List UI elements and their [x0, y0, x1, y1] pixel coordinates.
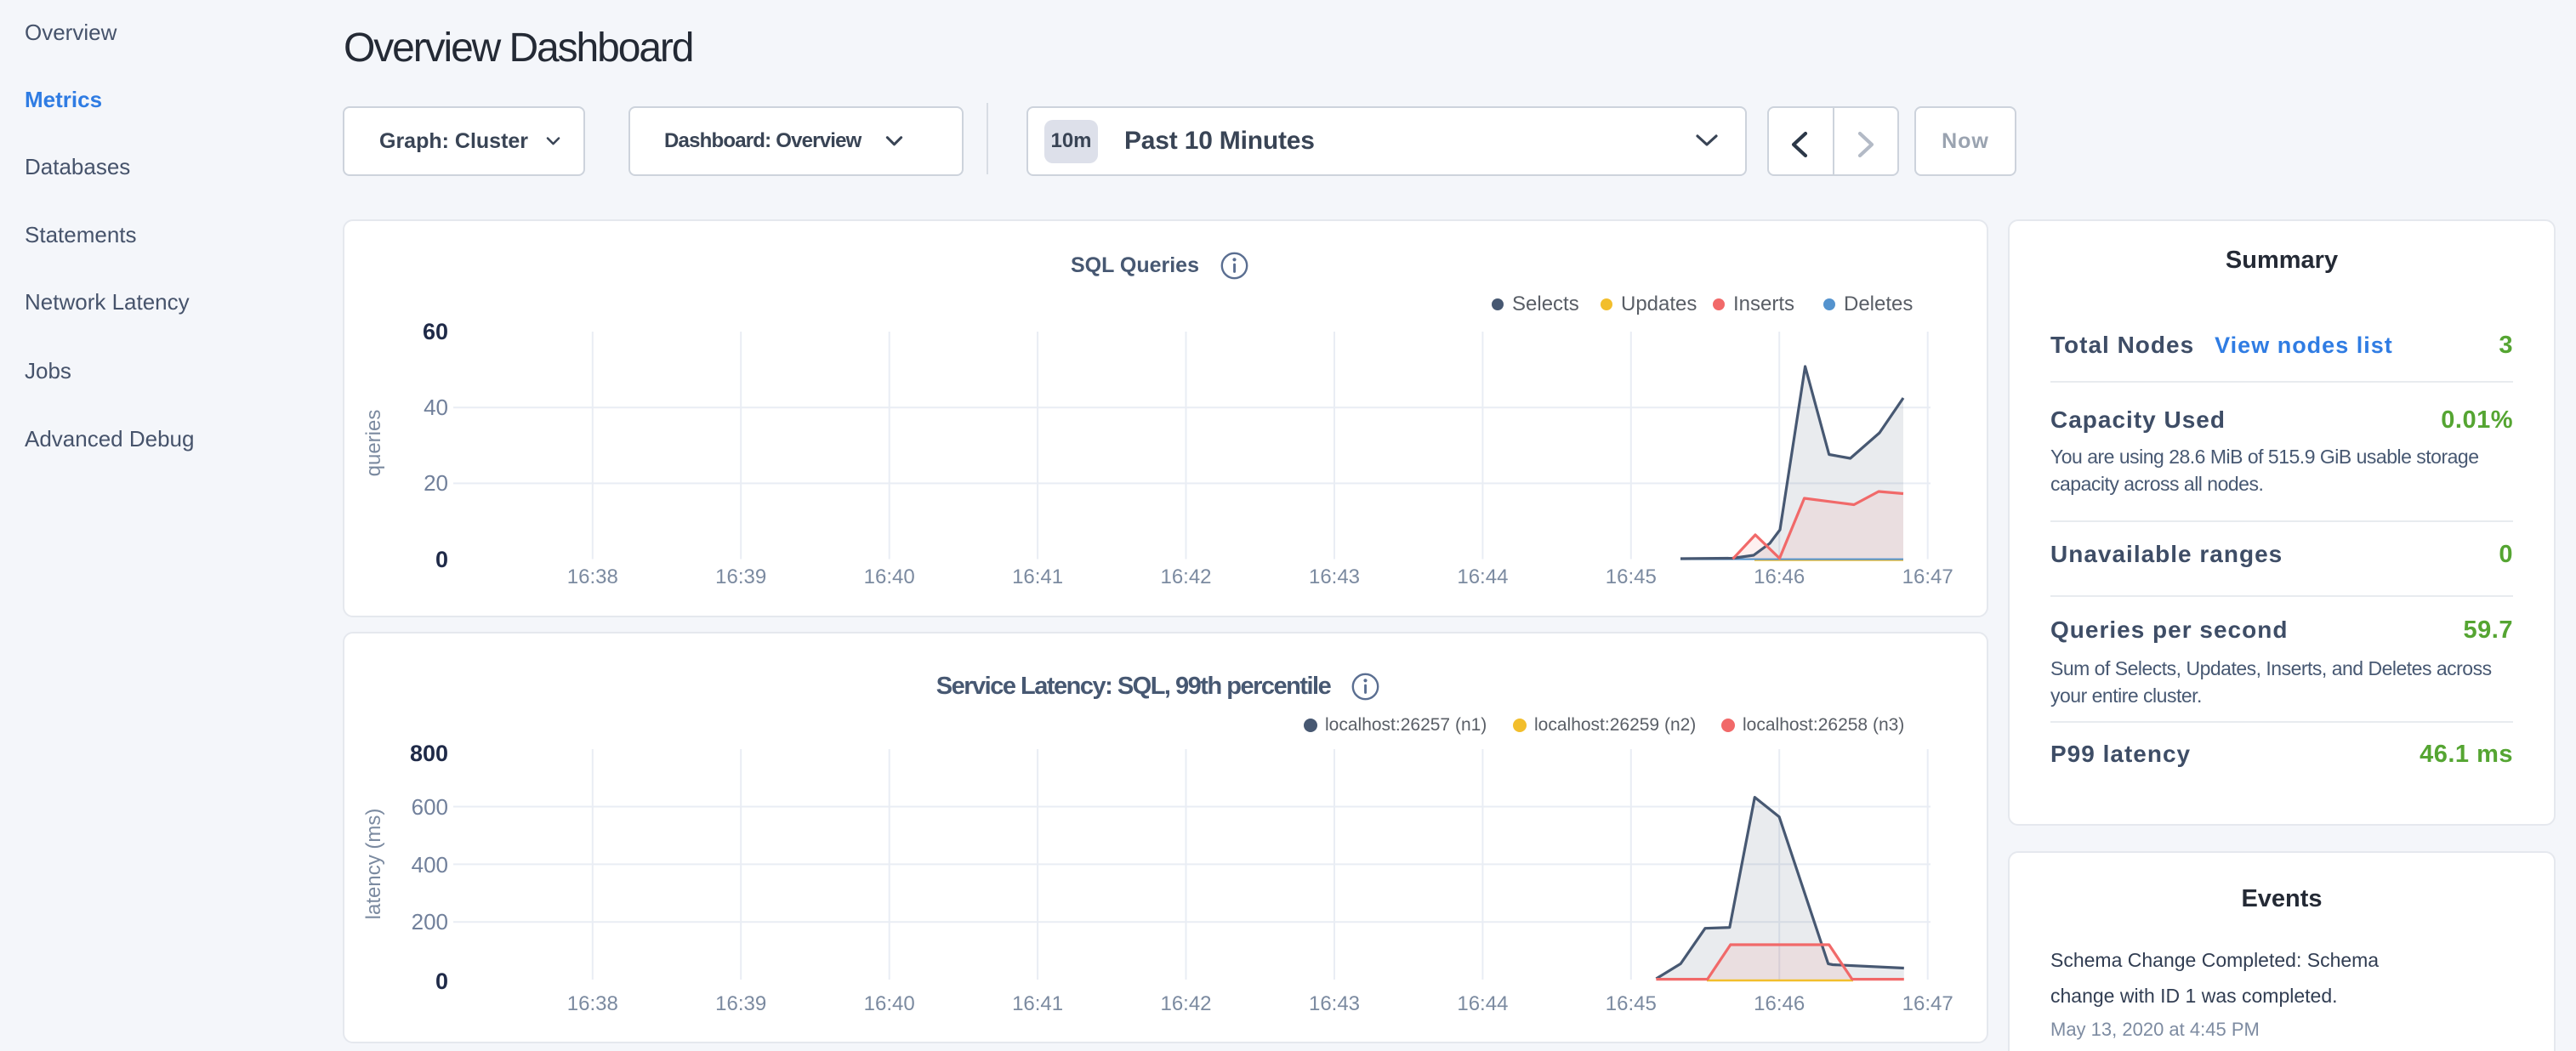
- svg-text:queries: queries: [362, 410, 385, 477]
- svg-text:16:42: 16:42: [1160, 565, 1211, 588]
- svg-text:16:39: 16:39: [715, 565, 766, 588]
- svg-text:16:43: 16:43: [1309, 992, 1360, 1015]
- svg-text:800: 800: [410, 741, 448, 766]
- svg-text:40: 40: [424, 395, 448, 420]
- svg-text:16:40: 16:40: [864, 992, 915, 1015]
- svg-text:16:43: 16:43: [1309, 565, 1360, 588]
- svg-text:16:47: 16:47: [1902, 992, 1953, 1015]
- svg-text:200: 200: [412, 909, 448, 935]
- svg-text:16:47: 16:47: [1902, 565, 1953, 588]
- svg-text:16:46: 16:46: [1754, 565, 1805, 588]
- svg-text:16:44: 16:44: [1457, 565, 1508, 588]
- svg-text:0: 0: [435, 547, 448, 572]
- svg-text:16:45: 16:45: [1606, 992, 1657, 1015]
- svg-text:600: 600: [412, 794, 448, 820]
- svg-text:16:46: 16:46: [1754, 992, 1805, 1015]
- svg-text:0: 0: [435, 969, 448, 994]
- svg-text:16:38: 16:38: [567, 565, 618, 588]
- svg-text:16:44: 16:44: [1457, 992, 1508, 1015]
- svg-text:16:39: 16:39: [715, 992, 766, 1015]
- svg-text:20: 20: [424, 470, 448, 496]
- svg-text:16:42: 16:42: [1160, 992, 1211, 1015]
- svg-text:60: 60: [423, 319, 448, 344]
- svg-text:400: 400: [412, 852, 448, 878]
- svg-text:16:40: 16:40: [864, 565, 915, 588]
- svg-text:latency (ms): latency (ms): [362, 809, 385, 920]
- svg-text:16:45: 16:45: [1606, 565, 1657, 588]
- svg-text:16:41: 16:41: [1012, 565, 1063, 588]
- svg-text:16:41: 16:41: [1012, 992, 1063, 1015]
- svg-text:16:38: 16:38: [567, 992, 618, 1015]
